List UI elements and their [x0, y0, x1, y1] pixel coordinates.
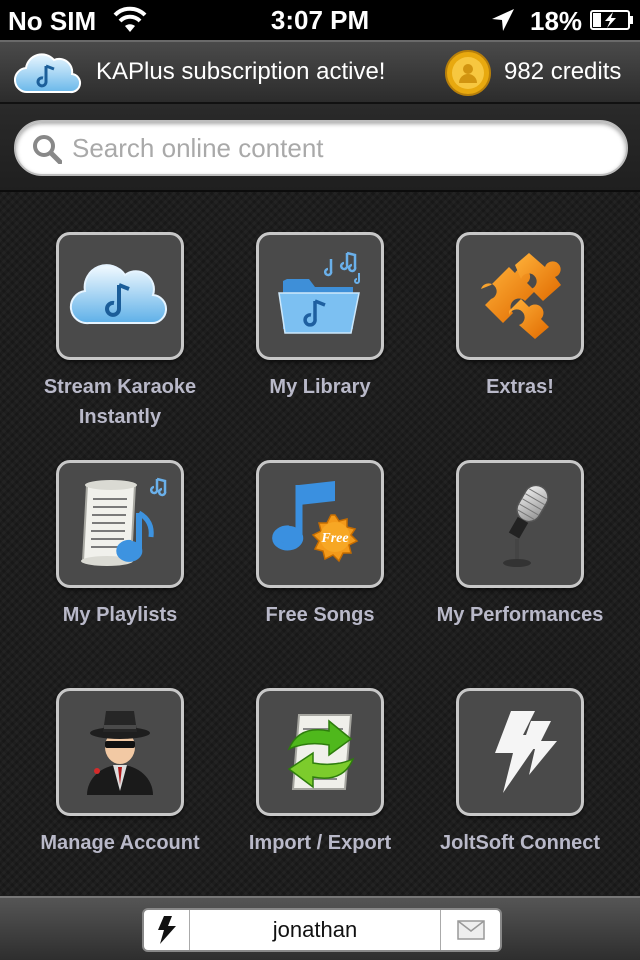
microphone-icon [503, 484, 549, 567]
tile-label: Extras! [486, 376, 554, 398]
search-icon [33, 135, 62, 164]
tile-label: Free Songs [265, 604, 375, 626]
agent-avatar-icon [87, 711, 153, 795]
playlist-scroll-icon [81, 477, 167, 566]
tile-icon-box[interactable] [256, 688, 384, 816]
svg-text:Free: Free [320, 531, 348, 546]
menu-grid: Stream Karaoke Instantly My Library Extr… [0, 192, 640, 896]
tile-icon-box[interactable] [456, 232, 584, 360]
cloud-music-icon [69, 264, 168, 325]
subscription-banner[interactable]: KAPlus subscription active! 982 credits [0, 40, 640, 104]
mail-button[interactable] [440, 910, 500, 950]
tile-label: My Playlists [62, 604, 178, 626]
tile-label: My Performances [436, 604, 604, 626]
joltsoft-button[interactable] [144, 910, 190, 950]
free-note-icon: Free [272, 481, 359, 563]
credits-count: 982 credits [504, 58, 622, 85]
tile-icon-box[interactable] [256, 232, 384, 360]
tile-icon-box[interactable] [456, 460, 584, 588]
puzzle-icon [481, 253, 561, 339]
cloud-music-icon [14, 53, 81, 94]
lightning-icon [495, 711, 557, 793]
folder-music-icon [278, 251, 360, 334]
tile-icon-box[interactable] [456, 688, 584, 816]
tile-label: JoltSoft Connect [440, 832, 600, 854]
tile-label: Import / Export [248, 832, 392, 854]
tile-label: My Library [269, 376, 371, 398]
tile-icon-box[interactable] [56, 688, 184, 816]
search-area [0, 104, 640, 192]
tile-icon-box[interactable] [56, 232, 184, 360]
subscription-status: KAPlus subscription active! [96, 58, 386, 85]
status-bar: No SIM 3:07 PM 18% [0, 0, 640, 40]
coin-icon [445, 50, 491, 96]
search-input[interactable] [72, 128, 612, 168]
lightning-icon [158, 916, 176, 944]
tile-icon-box[interactable] [56, 460, 184, 588]
envelope-icon [457, 920, 485, 940]
battery-charging-icon [590, 10, 633, 30]
user-control: jonathan [142, 908, 502, 952]
username-label[interactable]: jonathan [190, 910, 440, 950]
location-arrow-icon [492, 9, 514, 31]
sync-arrows-icon [287, 714, 355, 790]
tile-label: Stream Karaoke Instantly [43, 376, 197, 428]
tile-label: Manage Account [40, 832, 200, 854]
battery-percentage: 18% [530, 6, 583, 36]
tile-icon-box[interactable]: Free [256, 460, 384, 588]
bottom-bar: jonathan [0, 896, 640, 960]
search-box[interactable] [14, 120, 628, 176]
